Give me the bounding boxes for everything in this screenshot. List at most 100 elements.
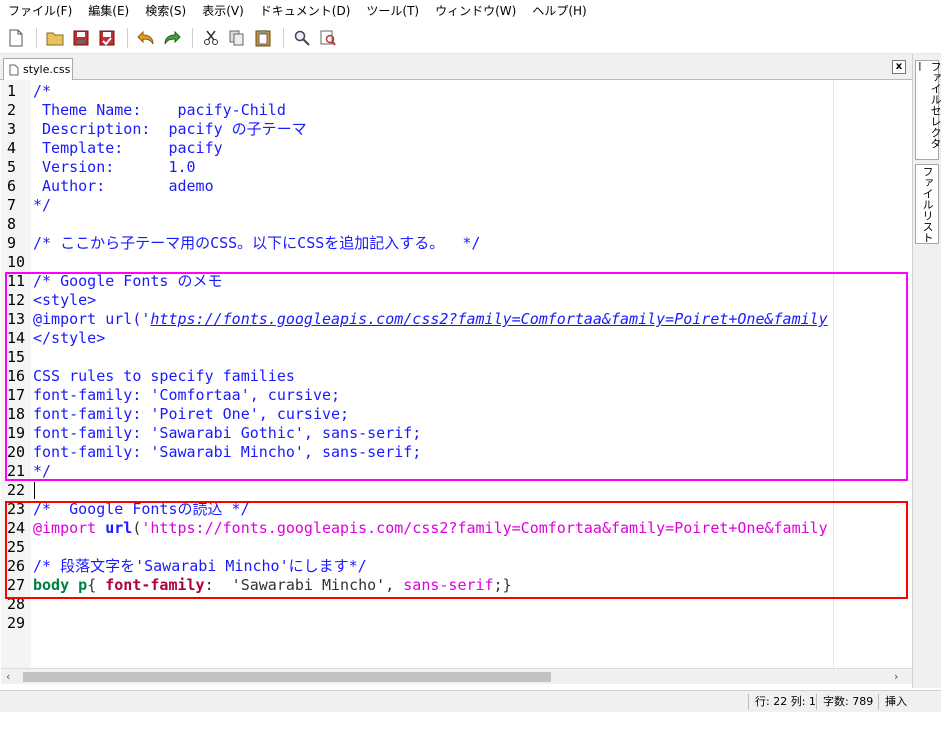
tab-label: style.css (23, 63, 71, 76)
menu-item[interactable]: ヘルプ(H) (524, 0, 594, 22)
line-number: 24 (7, 519, 26, 537)
line-number: 26 (7, 557, 26, 575)
line-number: 11 (7, 272, 26, 290)
code-line[interactable]: 23 /* Google Fontsの読込 */ (1, 500, 912, 519)
code-line[interactable]: 19 font-family: 'Sawarabi Gothic', sans-s… (1, 424, 912, 443)
line-code: @import url('https://fonts.googleapis.co… (33, 519, 828, 538)
tab-strip: style.css x (0, 54, 912, 80)
scroll-left-icon[interactable]: ‹ (6, 669, 10, 685)
toolbar (0, 22, 941, 54)
window-bottom-area (0, 712, 941, 742)
line-code: Version: 1.0 (33, 158, 196, 177)
code-token: sans-serif (403, 576, 494, 594)
menu-item[interactable]: 表示(V) (194, 0, 252, 22)
line-number: 18 (7, 405, 26, 423)
paste-icon[interactable] (251, 26, 275, 50)
line-number: 2 (7, 101, 17, 119)
line-number: 25 (7, 538, 26, 556)
line-number: 5 (7, 158, 17, 176)
tab-style-css[interactable]: style.css (3, 58, 73, 80)
close-tab-icon[interactable]: x (892, 60, 906, 74)
open-folder-icon[interactable] (43, 26, 67, 50)
line-number: 12 (7, 291, 26, 309)
code-line[interactable]: 7 */ (1, 196, 912, 215)
code-line[interactable]: 15 (1, 348, 912, 367)
line-code: Theme Name: pacify-Child (33, 101, 286, 120)
code-token: </style> (33, 329, 106, 347)
code-token: /* 段落文字を'Sawarabi Mincho'にします*/ (33, 557, 367, 575)
code-line[interactable]: 10 (1, 253, 912, 272)
menu-item[interactable]: ドキュメント(D) (252, 0, 359, 22)
code-line[interactable]: 28 (1, 595, 912, 614)
line-number: 23 (7, 500, 26, 518)
menu-item[interactable]: ウィンドウ(W) (427, 0, 524, 22)
code-line[interactable]: 17 font-family: 'Comfortaa', cursive; (1, 386, 912, 405)
line-number: 4 (7, 139, 17, 157)
code-line[interactable]: 1 /* (1, 82, 912, 101)
line-code: font-family: 'Comfortaa', cursive; (33, 386, 340, 405)
menubar: ファイル(F) 編集(E) 検索(S) 表示(V) ドキュメント(D) ツール(T) ウィン… (0, 0, 941, 22)
horizontal-scrollbar[interactable]: ‹ › (1, 668, 912, 684)
menu-item[interactable]: 検索(S) (137, 0, 194, 22)
code-line[interactable]: 4 Template: pacify (1, 139, 912, 158)
line-number: 3 (7, 120, 17, 138)
code-token: @import url(' (33, 310, 151, 328)
code-token: url (105, 519, 133, 537)
replace-icon[interactable] (316, 26, 340, 50)
code-token: { (87, 576, 106, 594)
redo-icon[interactable] (160, 26, 184, 50)
code-line[interactable]: 5 Version: 1.0 (1, 158, 912, 177)
line-number: 29 (7, 614, 26, 632)
code-line[interactable]: 25 (1, 538, 912, 557)
code-editor[interactable]: 1/* 2 Theme Name: pacify-Child 3 Descripti… (1, 80, 912, 668)
code-token: font-family (105, 576, 205, 594)
code-line[interactable]: 24 @import url('https://fonts.googleapis.… (1, 519, 912, 538)
line-code: <style> (33, 291, 96, 310)
menu-item[interactable]: ツール(T) (358, 0, 427, 22)
code-line[interactable]: 2 Theme Name: pacify-Child (1, 101, 912, 120)
menu-item[interactable]: ファイル(F) (0, 0, 80, 22)
side-tab-file-list[interactable]: ファイルリスト (915, 164, 939, 244)
line-code: font-family: 'Sawarabi Gothic', sans-ser… (33, 424, 421, 443)
new-file-icon[interactable] (4, 26, 28, 50)
side-tab-file-selector[interactable]: ファイルセレクター (913, 60, 941, 160)
code-line[interactable]: 16 CSS rules to specify families (1, 367, 912, 386)
cut-icon[interactable] (199, 26, 223, 50)
code-line[interactable]: 11 /* Google Fonts のメモ (1, 272, 912, 291)
copy-icon[interactable] (225, 26, 249, 50)
undo-icon[interactable] (134, 26, 158, 50)
code-token: <style> (33, 291, 97, 309)
line-number: 14 (7, 329, 26, 347)
code-line[interactable]: 18 font-family: 'Poiret One', cursive; (1, 405, 912, 424)
code-line[interactable]: 20 font-family: 'Sawarabi Mincho', sans-s… (1, 443, 912, 462)
code-line[interactable]: 6 Author: ademo (1, 177, 912, 196)
scrollbar-thumb[interactable] (23, 672, 551, 682)
save-all-icon[interactable] (95, 26, 119, 50)
line-number: 7 (7, 196, 17, 214)
line-code: body p{ font-family: 'Sawarabi Mincho', … (33, 576, 512, 595)
line-code: /* ここから子テーマ用のCSS。以下にCSSを追加記入する。 */ (33, 234, 480, 253)
code-line[interactable]: 22 (1, 481, 912, 500)
code-line[interactable]: 12 <style> (1, 291, 912, 310)
line-code: */ (33, 462, 51, 481)
code-token: */ (33, 462, 52, 480)
code-token: 'https://fonts.googleapis.com/css2?famil… (141, 519, 828, 537)
line-number: 20 (7, 443, 26, 461)
save-icon[interactable] (69, 26, 93, 50)
code-line[interactable]: 13 @import url('https://fonts.googleapis.… (1, 310, 912, 329)
code-line[interactable]: 9 /* ここから子テーマ用のCSS。以下にCSSを追加記入する。 */ (1, 234, 912, 253)
code-line[interactable]: 21 */ (1, 462, 912, 481)
code-line[interactable]: 8 (1, 215, 912, 234)
code-line[interactable]: 27 body p{ font-family: 'Sawarabi Mincho'… (1, 576, 912, 595)
code-line[interactable]: 26 /* 段落文字を'Sawarabi Mincho'にします*/ (1, 557, 912, 576)
code-line[interactable]: 14 </style> (1, 329, 912, 348)
code-line[interactable]: 3 Description: pacify の子テーマ (1, 120, 912, 139)
code-line[interactable]: 29 (1, 614, 912, 633)
code-token: CSS rules to specify families (33, 367, 295, 385)
side-tab-label: ファイルセレクター (913, 61, 941, 149)
line-number: 28 (7, 595, 26, 613)
find-icon[interactable] (290, 26, 314, 50)
menu-item[interactable]: 編集(E) (80, 0, 137, 22)
scroll-right-icon[interactable]: › (894, 669, 898, 685)
line-code: CSS rules to specify families (33, 367, 295, 386)
